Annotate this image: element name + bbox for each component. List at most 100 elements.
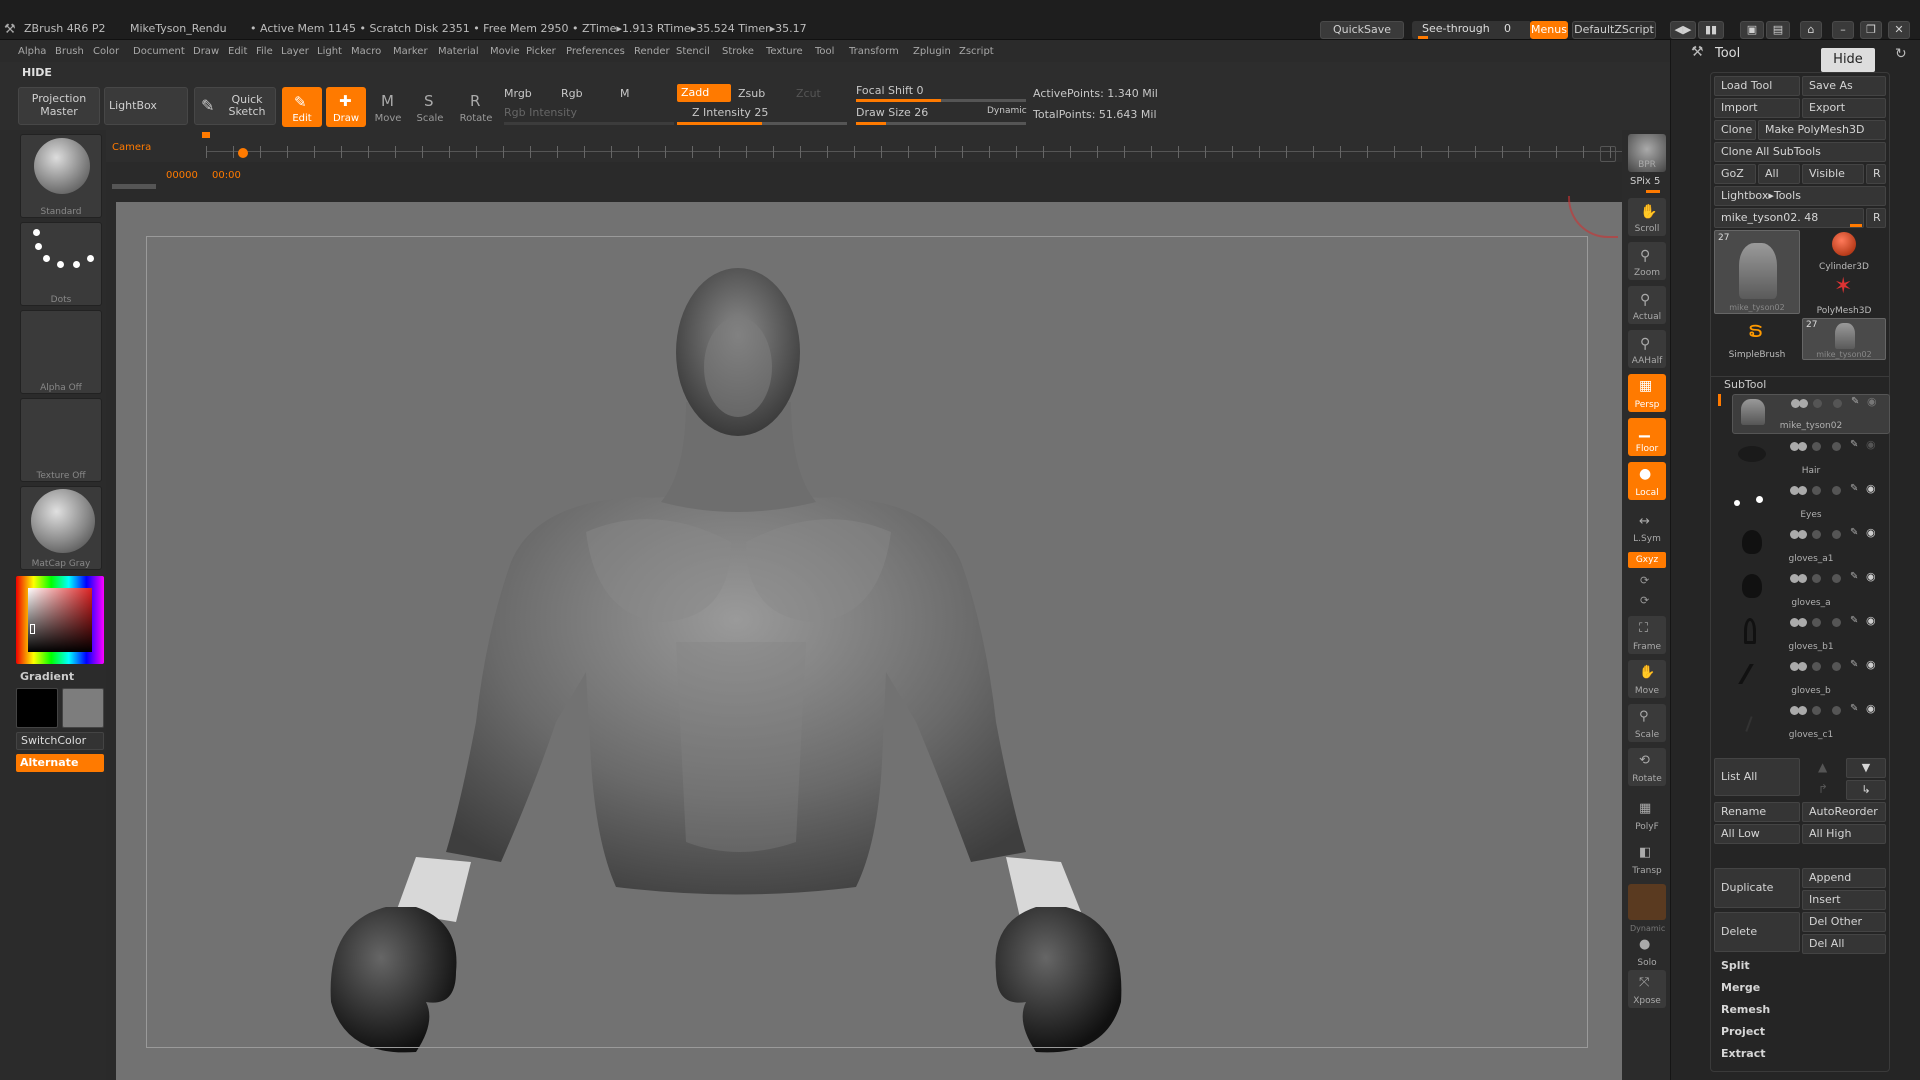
menu-item[interactable]: Zscript xyxy=(959,46,994,57)
menu-item[interactable]: Stencil xyxy=(676,46,710,57)
menu-item[interactable]: Transform xyxy=(849,46,899,57)
dynamic-toggle[interactable]: Dynamic xyxy=(987,106,1027,116)
menu-item[interactable]: Macro xyxy=(351,46,381,57)
move-out-button[interactable]: ↳ xyxy=(1846,780,1886,800)
goz-visible-button[interactable]: Visible xyxy=(1802,164,1864,184)
menus-button[interactable]: Menus xyxy=(1530,21,1568,39)
remesh-section[interactable]: Remesh xyxy=(1714,1000,1886,1020)
current-tool-r-button[interactable]: R xyxy=(1866,208,1886,228)
menu-item[interactable]: Edit xyxy=(228,46,247,57)
move-in-arrow-icon[interactable]: ↱ xyxy=(1818,782,1828,796)
menu-item[interactable]: Material xyxy=(438,46,479,57)
subtool-item[interactable]: ✎ ◉ Hair xyxy=(1732,438,1890,478)
rotate-view-button[interactable]: ⟲ Rotate xyxy=(1628,748,1666,786)
scale-view-button[interactable]: ⚲ Scale xyxy=(1628,704,1666,742)
tool-thumb-cylinder[interactable]: Cylinder3D xyxy=(1802,230,1886,272)
duplicate-button[interactable]: Duplicate xyxy=(1714,868,1800,908)
eye-icon[interactable]: ◉ xyxy=(1866,438,1876,451)
append-button[interactable]: Append xyxy=(1802,868,1886,888)
clone-all-subtools-button[interactable]: Clone All SubTools xyxy=(1714,142,1886,162)
zadd-button[interactable]: Zadd xyxy=(677,84,731,102)
tool-thumb-mike[interactable]: 27 mike_tyson02 xyxy=(1714,230,1800,314)
subtool-toggles[interactable]: ✎ ◉ xyxy=(1790,482,1880,496)
tool-thumb-polymesh[interactable]: ✶ PolyMesh3D xyxy=(1802,274,1886,316)
tool-thumb-simplebrush[interactable]: ຣ SimpleBrush xyxy=(1714,318,1800,360)
mrgb-button[interactable]: Mrgb xyxy=(504,87,532,100)
goz-button[interactable]: GoZ xyxy=(1714,164,1756,184)
subtool-toggles[interactable]: ✎ ◉ xyxy=(1790,570,1880,584)
projection-master-button[interactable]: Projection Master xyxy=(18,87,100,125)
subtool-item[interactable]: ✎ ◉ mike_tyson02 xyxy=(1732,394,1890,434)
menu-item[interactable]: Marker xyxy=(393,46,428,57)
z-intensity-slider[interactable]: Z Intensity 25 xyxy=(692,106,768,119)
rotate-button[interactable]: R Rotate xyxy=(456,87,496,127)
main-color-swatch[interactable] xyxy=(16,688,58,728)
menu-item[interactable]: Color xyxy=(93,46,119,57)
default-zscript-button[interactable]: DefaultZScript xyxy=(1572,21,1656,39)
menu-item[interactable]: Movie xyxy=(490,46,520,57)
move-view-button[interactable]: ✋ Move xyxy=(1628,660,1666,698)
menu-item[interactable]: Light xyxy=(317,46,342,57)
rgb-button[interactable]: Rgb xyxy=(561,87,583,100)
subtool-toggles[interactable]: ✎ ◉ xyxy=(1791,395,1881,409)
aahalf-button[interactable]: ⚲ AAHalf xyxy=(1628,330,1666,368)
menu-item[interactable]: Draw xyxy=(193,46,219,57)
delete-button[interactable]: Delete xyxy=(1714,912,1800,952)
subtool-item[interactable]: ✎ ◉ gloves_a1 xyxy=(1732,526,1890,566)
current-tool-slider[interactable]: mike_tyson02. 48 xyxy=(1714,208,1864,228)
subtool-item[interactable]: ✎ ◉ gloves_c1 xyxy=(1732,702,1890,742)
list-all-button[interactable]: List All xyxy=(1714,758,1800,796)
lsym-button[interactable]: ↔ L.Sym xyxy=(1628,508,1666,546)
menu-item[interactable]: Picker xyxy=(526,46,556,57)
eye-icon[interactable]: ◉ xyxy=(1866,570,1876,583)
all-high-button[interactable]: All High xyxy=(1802,824,1886,844)
axis-y-icon[interactable]: ⟳ xyxy=(1640,574,1649,587)
eye-icon[interactable]: ◉ xyxy=(1866,614,1876,627)
axis-z-icon[interactable]: ⟳ xyxy=(1640,594,1649,607)
scale-button[interactable]: S Scale xyxy=(410,87,450,127)
material-thumbnail[interactable]: MatCap Gray xyxy=(20,486,102,570)
move-button[interactable]: M Move xyxy=(368,87,408,127)
bpr-button[interactable]: BPR xyxy=(1628,134,1666,172)
subtool-item[interactable]: ✎ ◉ gloves_a xyxy=(1732,570,1890,610)
menu-item[interactable]: Document xyxy=(133,46,185,57)
tool-palette-title[interactable]: Tool xyxy=(1715,46,1740,61)
switch-color-button[interactable]: SwitchColor xyxy=(16,732,104,750)
insert-button[interactable]: Insert xyxy=(1802,890,1886,910)
pin-icon[interactable]: ⌂ xyxy=(1800,21,1822,39)
menu-item[interactable]: Texture xyxy=(766,46,803,57)
layout-alt-icon[interactable]: ▤ xyxy=(1766,21,1790,39)
subtool-scrollbar[interactable] xyxy=(1718,394,1721,406)
brush-visibility-icon[interactable]: ✎ xyxy=(1850,439,1858,450)
frame-button[interactable]: ⛶ Frame xyxy=(1628,616,1666,654)
brush-visibility-icon[interactable]: ✎ xyxy=(1850,659,1858,670)
del-other-button[interactable]: Del Other xyxy=(1802,912,1886,932)
all-low-button[interactable]: All Low xyxy=(1714,824,1800,844)
layout-icon[interactable]: ▣ xyxy=(1740,21,1764,39)
gradient-label[interactable]: Gradient xyxy=(20,670,74,683)
brush-visibility-icon[interactable]: ✎ xyxy=(1850,571,1858,582)
local-button[interactable]: ● Local xyxy=(1628,462,1666,500)
eye-icon[interactable]: ◉ xyxy=(1867,395,1877,408)
eye-icon[interactable]: ◉ xyxy=(1866,702,1876,715)
subtool-item[interactable]: ✎ ◉ gloves_b xyxy=(1732,658,1890,698)
actual-button[interactable]: ⚲ Actual xyxy=(1628,286,1666,324)
see-through-slider[interactable]: See-through 0 xyxy=(1412,21,1532,39)
subtool-item[interactable]: ✎ ◉ gloves_b1 xyxy=(1732,614,1890,654)
move-down-button[interactable]: ▼ xyxy=(1846,758,1886,778)
menu-item[interactable]: Stroke xyxy=(722,46,754,57)
load-tool-button[interactable]: Load Tool xyxy=(1714,76,1800,96)
texture-thumbnail[interactable]: Texture Off xyxy=(20,398,102,482)
project-section[interactable]: Project xyxy=(1714,1022,1886,1042)
solo-button[interactable]: ● Solo xyxy=(1628,932,1666,970)
del-all-button[interactable]: Del All xyxy=(1802,934,1886,954)
floor-button[interactable]: ▁ Floor xyxy=(1628,418,1666,456)
subtool-toggles[interactable]: ✎ ◉ xyxy=(1790,702,1880,716)
quick-sketch-button[interactable]: ✎ Quick Sketch xyxy=(194,87,276,125)
lightbox-button[interactable]: LightBox xyxy=(104,87,188,125)
xpose-button[interactable]: ⤧ Xpose xyxy=(1628,970,1666,1008)
subtool-toggles[interactable]: ✎ ◉ xyxy=(1790,614,1880,628)
scroll-button[interactable]: ✋ Scroll xyxy=(1628,198,1666,236)
secondary-color-swatch[interactable] xyxy=(62,688,104,728)
restore-icon[interactable]: ❐ xyxy=(1860,21,1882,39)
